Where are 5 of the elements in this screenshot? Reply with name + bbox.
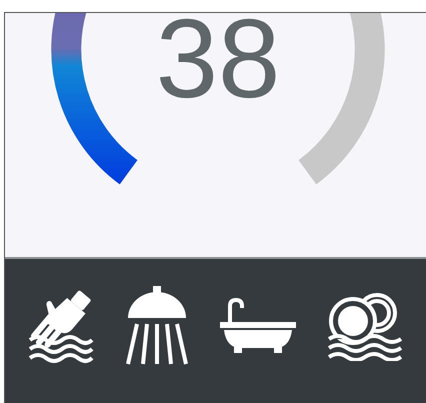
gauge-reading: 38 (156, 13, 280, 121)
shower-icon[interactable] (125, 286, 190, 366)
bathtub-icon[interactable] (220, 298, 296, 354)
dishes-in-water-icon[interactable] (326, 291, 403, 361)
hand-in-water-icon[interactable] (28, 288, 94, 364)
